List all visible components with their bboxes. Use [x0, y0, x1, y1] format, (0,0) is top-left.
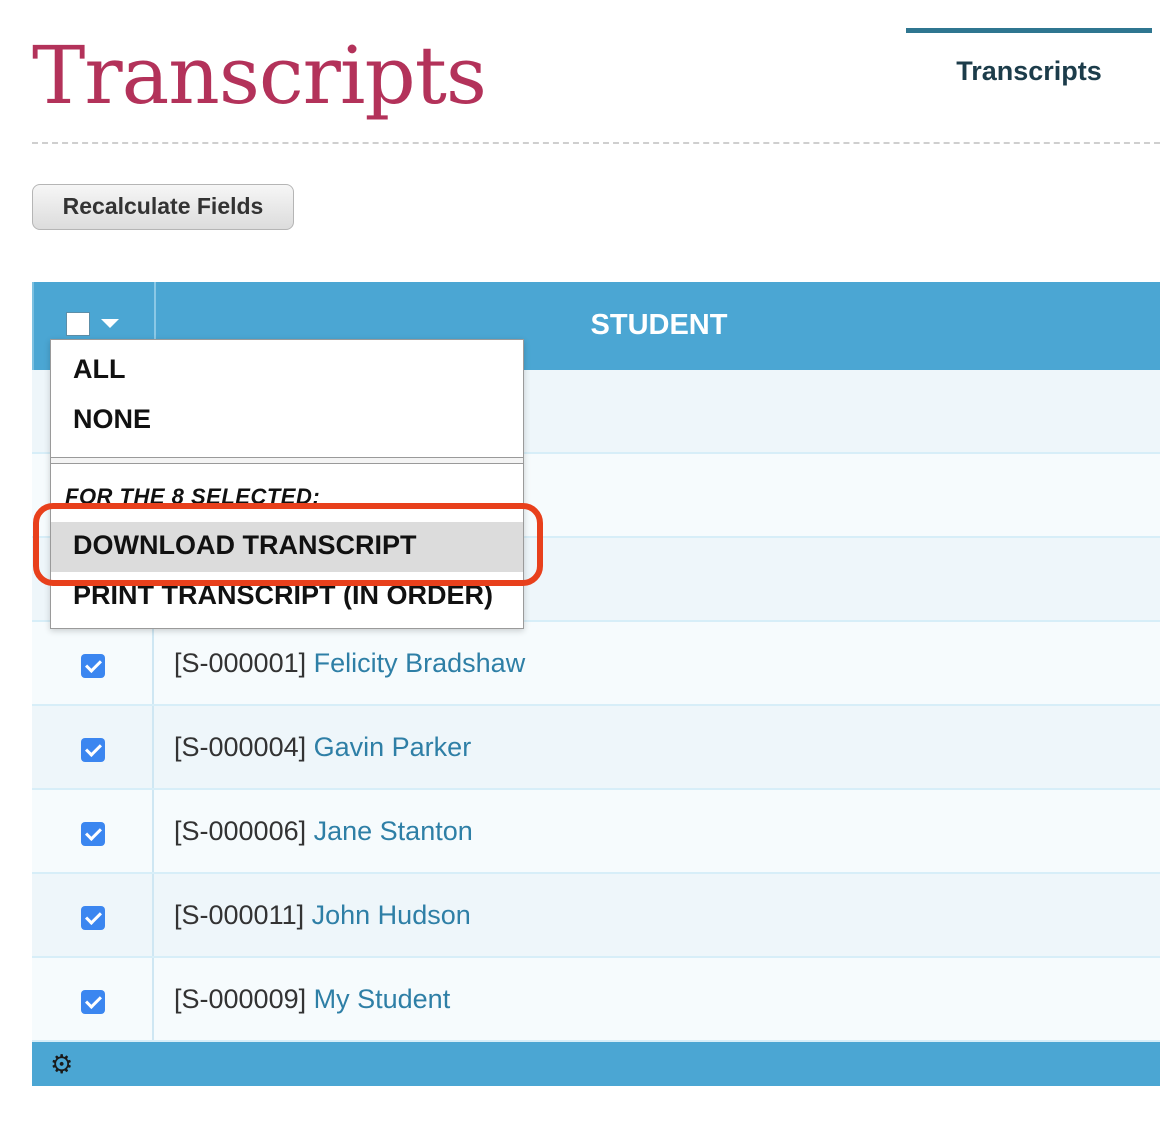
row-select-cell [32, 622, 154, 704]
tab-active-indicator [906, 28, 1152, 33]
student-name-link[interactable]: Jane Stanton [314, 816, 473, 846]
table-row: [S-000001] Felicity Bradshaw [32, 622, 1160, 706]
table-row: [S-000011] John Hudson [32, 874, 1160, 958]
table-row: [S-000006] Jane Stanton [32, 790, 1160, 874]
student-name-link[interactable]: My Student [314, 984, 451, 1014]
row-select-cell [32, 958, 154, 1040]
student-id: [S-000006] [174, 816, 307, 846]
student-id: [S-000011] [174, 900, 305, 930]
row-checkbox[interactable] [81, 654, 105, 678]
select-menu-caret-icon[interactable] [101, 319, 119, 328]
student-cell: [S-000001] Felicity Bradshaw [174, 622, 525, 704]
row-select-cell [32, 706, 154, 788]
student-name-link[interactable]: Gavin Parker [314, 732, 472, 762]
table-footer: ⚙ [32, 1042, 1160, 1086]
select-all-checkbox[interactable] [66, 312, 90, 336]
student-name-link[interactable]: Felicity Bradshaw [314, 648, 526, 678]
table-row: [S-000004] Gavin Parker [32, 706, 1160, 790]
student-cell: [S-000004] Gavin Parker [174, 706, 471, 788]
menu-item-none[interactable]: NONE [73, 404, 151, 435]
student-id: [S-000001] [174, 648, 307, 678]
row-select-cell [32, 790, 154, 872]
highlight-annotation-ring [33, 503, 543, 586]
student-id: [S-000004] [174, 732, 307, 762]
student-cell: [S-000006] Jane Stanton [174, 790, 473, 872]
row-checkbox[interactable] [81, 990, 105, 1014]
row-checkbox[interactable] [81, 906, 105, 930]
gear-icon[interactable]: ⚙ [50, 1051, 73, 1077]
row-checkbox[interactable] [81, 738, 105, 762]
menu-separator [51, 457, 523, 464]
row-checkbox[interactable] [81, 822, 105, 846]
student-name-link[interactable]: John Hudson [312, 900, 471, 930]
header-divider [32, 142, 1160, 144]
student-cell: [S-000009] My Student [174, 958, 450, 1040]
tab-transcripts[interactable]: Transcripts [906, 56, 1152, 87]
student-id: [S-000009] [174, 984, 307, 1014]
table-row: [S-000009] My Student [32, 958, 1160, 1042]
menu-item-all[interactable]: ALL [73, 354, 125, 385]
row-select-cell [32, 874, 154, 956]
page-title: Transcripts [32, 29, 487, 122]
student-cell: [S-000011] John Hudson [174, 874, 471, 956]
recalculate-fields-button[interactable]: Recalculate Fields [32, 184, 294, 230]
